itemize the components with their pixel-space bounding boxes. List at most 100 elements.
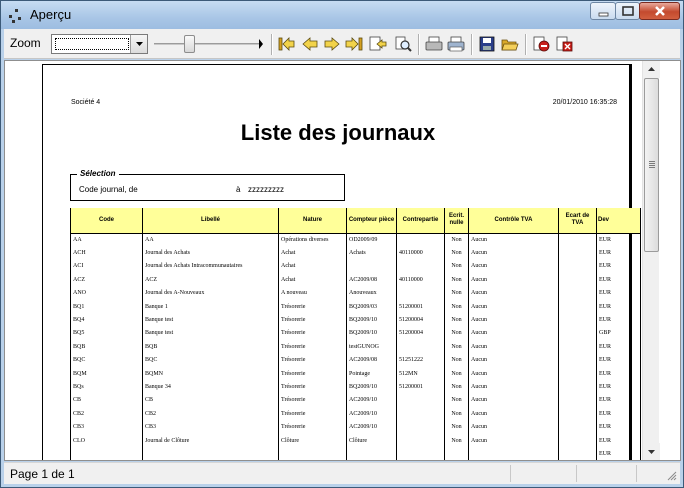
selection-label: Code journal, de — [79, 185, 138, 194]
table-cell — [558, 286, 597, 300]
table-row: BQ4 Banque test Trésorerie BQ2009/10 5120000… — [70, 313, 641, 327]
report-datetime: 20/01/2010 16:35:28 — [552, 99, 617, 106]
table-cell: Non — [444, 273, 469, 287]
scrollbar-thumb[interactable] — [644, 78, 659, 252]
save-icon[interactable] — [478, 35, 496, 53]
resize-grip-icon[interactable] — [667, 471, 677, 481]
table-cell: EUR — [596, 407, 641, 421]
table-cell — [558, 393, 597, 408]
table-cell: Banque 34 — [142, 380, 279, 394]
table-cell: Non — [444, 259, 469, 274]
table-cell: 51200001 — [396, 299, 445, 314]
scroll-up-button[interactable] — [643, 61, 660, 78]
table-row: ANO Journal des A-Nouveaux A nouveau Anouve… — [70, 286, 641, 300]
table-cell: Aucun — [468, 313, 559, 327]
table-cell: Non — [444, 233, 469, 247]
previous-page-icon[interactable] — [301, 35, 319, 53]
column-header: Compteur pièce — [346, 208, 397, 234]
table-row: BQs Banque 34 Trésorerie BQ2009/10 51200001 N… — [70, 380, 641, 394]
table-cell: Aucun — [468, 259, 559, 274]
table-cell — [396, 340, 445, 354]
table-cell: AC2009/08 — [346, 353, 397, 367]
table-cell: AC2009/10 — [346, 420, 397, 434]
vertical-scrollbar[interactable] — [642, 61, 660, 460]
table-cell: Pointage — [346, 366, 397, 381]
table-cell: EUR — [596, 246, 641, 260]
zoom-value — [55, 38, 129, 50]
first-page-icon[interactable] — [278, 35, 296, 53]
table-cell: Opérations diverses — [278, 233, 347, 247]
table-cell: AC2009/10 — [346, 393, 397, 408]
table-cell — [396, 286, 445, 300]
maximize-button[interactable] — [615, 2, 640, 20]
zoom-select[interactable] — [51, 34, 148, 54]
print-icon[interactable] — [425, 35, 443, 53]
table-cell: EUR — [596, 380, 641, 394]
search-icon[interactable] — [394, 35, 412, 53]
table-cell: ACZ — [70, 273, 143, 287]
table-cell: AA — [70, 233, 143, 247]
table-cell — [558, 259, 597, 274]
table-cell: BQC — [70, 353, 143, 367]
goto-page-icon[interactable] — [369, 35, 387, 53]
table-cell: Aucun — [468, 366, 559, 381]
table-cell: BQ4 — [70, 313, 143, 327]
stop-icon[interactable] — [532, 35, 550, 53]
table-cell: Non — [444, 286, 469, 300]
table-cell: Aucun — [468, 433, 559, 448]
scroll-down-button[interactable] — [643, 443, 660, 460]
table-row: BQ1 Banque 1 Trésorerie BQ2009/03 51200001 No… — [70, 299, 641, 314]
preview-area[interactable]: Société 4 20/01/2010 16:35:28 Liste des … — [4, 60, 681, 461]
table-cell: Aucun — [468, 233, 559, 247]
table-cell: Clôture — [278, 433, 347, 448]
table-cell — [558, 433, 597, 448]
table-cell: BQ2009/10 — [346, 326, 397, 341]
table-cell: CB3 — [142, 420, 279, 434]
table-cell: A nouveau — [278, 286, 347, 300]
table-row: ACZ ACZ Achat AC2009/08 40110000 Non Aucun EUR — [70, 273, 641, 287]
table-cell: CB2 — [142, 407, 279, 421]
table-cell: Aucun — [468, 353, 559, 367]
table-cell — [558, 366, 597, 381]
zoom-slider-thumb[interactable] — [184, 35, 195, 53]
table-row: BQB BQB Trésorerie testGUNOG Non Aucun EUR — [70, 340, 641, 354]
table-row: CB CB Trésorerie AC2009/10 Non Aucun EUR — [70, 393, 641, 408]
table-cell: Aucun — [468, 246, 559, 260]
table-cell — [142, 447, 279, 460]
table-cell: Non — [444, 353, 469, 367]
table-cell: ACH — [70, 246, 143, 260]
zoom-slider[interactable] — [154, 35, 264, 53]
column-header: Libellé — [142, 208, 279, 234]
table-cell — [346, 259, 397, 274]
table-cell: EUR — [596, 340, 641, 354]
close-button[interactable] — [639, 2, 680, 20]
table-cell: EUR — [596, 313, 641, 327]
chevron-down-icon[interactable] — [130, 35, 147, 53]
table-cell: Non — [444, 246, 469, 260]
open-folder-icon[interactable] — [501, 35, 519, 53]
table-cell — [396, 433, 445, 448]
table-cell: 51200004 — [396, 313, 445, 327]
table-cell: BQ2009/10 — [346, 380, 397, 394]
table-cell: Achat — [278, 259, 347, 274]
table-cell: Aucun — [468, 286, 559, 300]
table-cell: Aucun — [468, 340, 559, 354]
table-cell: Anouveaux — [346, 286, 397, 300]
table-cell — [558, 273, 597, 287]
table-cell: EUR — [596, 259, 641, 274]
print-setup-icon[interactable] — [447, 35, 465, 53]
selection-to-value: zzzzzzzzz — [248, 185, 284, 194]
table-cell: 40110000 — [396, 246, 445, 260]
table-cell: Aucun — [468, 273, 559, 287]
next-page-icon[interactable] — [323, 35, 341, 53]
table-cell — [468, 447, 559, 460]
table-cell: EUR — [596, 299, 641, 314]
zoom-label: Zoom — [10, 36, 41, 50]
table-cell: EUR — [596, 233, 641, 247]
close-preview-icon[interactable] — [555, 35, 573, 53]
minimize-button[interactable] — [590, 2, 616, 20]
title-bar[interactable]: Aperçu — [1, 1, 683, 29]
table-cell: Non — [444, 433, 469, 448]
last-page-icon[interactable] — [345, 35, 363, 53]
table-cell: ANO — [70, 286, 143, 300]
